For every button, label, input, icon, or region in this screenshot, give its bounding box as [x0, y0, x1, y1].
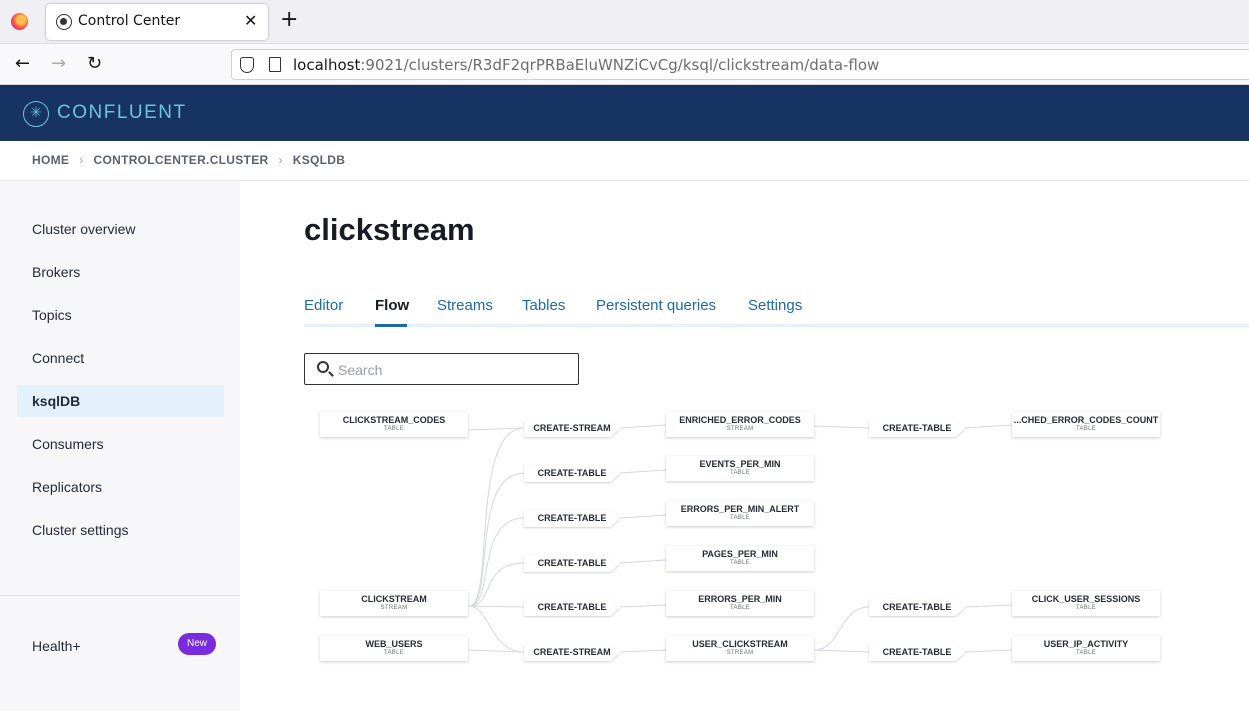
flow-node-click-user-sessions[interactable]: CLICK_USER_SESSIONS TABLE	[1012, 591, 1160, 616]
flow-op-create-table[interactable]: CREATE-TABLE	[869, 644, 965, 661]
flow-op-create-table[interactable]: CREATE-TABLE	[524, 599, 620, 616]
flow-op-create-table[interactable]: CREATE-TABLE	[524, 465, 620, 482]
flow-node-enriched-error-codes-count[interactable]: ...CHED_ERROR_CODES_COUNT TABLE	[1012, 412, 1160, 437]
flow-node-user-ip-activity[interactable]: USER_IP_ACTIVITY TABLE	[1012, 636, 1160, 661]
flow-op-create-stream[interactable]: CREATE-STREAM	[524, 644, 620, 661]
flow-op-create-stream[interactable]: CREATE-STREAM	[524, 420, 620, 437]
flow-node-clickstream[interactable]: CLICKSTREAM STREAM	[320, 591, 468, 616]
flow-node-user-clickstream[interactable]: USER_CLICKSTREAM STREAM	[666, 636, 814, 661]
flow-node-events-per-min[interactable]: EVENTS_PER_MIN TABLE	[666, 456, 814, 481]
flow-node-errors-per-min[interactable]: ERRORS_PER_MIN TABLE	[666, 591, 814, 616]
flow-node-web-users[interactable]: WEB_USERS TABLE	[320, 636, 468, 661]
flow-op-create-table[interactable]: CREATE-TABLE	[869, 599, 965, 616]
flow-node-pages-per-min[interactable]: PAGES_PER_MIN TABLE	[666, 546, 814, 571]
flow-op-create-table[interactable]: CREATE-TABLE	[524, 510, 620, 527]
flow-node-errors-per-min-alert[interactable]: ERRORS_PER_MIN_ALERT TABLE	[666, 501, 814, 526]
flow-node-clickstream-codes[interactable]: CLICKSTREAM_CODES TABLE	[320, 412, 468, 437]
flow-op-create-table[interactable]: CREATE-TABLE	[869, 420, 965, 437]
flow-op-create-table[interactable]: CREATE-TABLE	[524, 555, 620, 572]
flow-node-enriched-error-codes[interactable]: ENRICHED_ERROR_CODES STREAM	[666, 412, 814, 437]
